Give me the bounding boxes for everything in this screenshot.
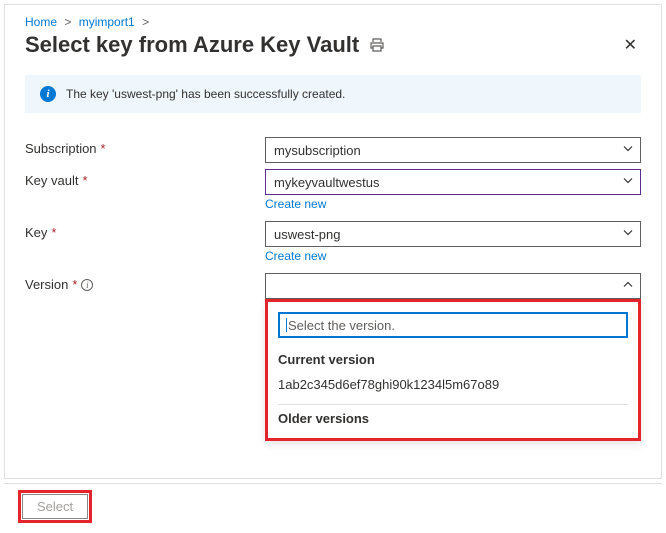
- breadcrumb: Home > myimport1 >: [25, 5, 641, 31]
- older-versions-header: Older versions: [278, 411, 628, 426]
- divider: [278, 404, 628, 405]
- select-button[interactable]: Select: [22, 494, 88, 519]
- version-option-current[interactable]: 1ab2c345d6ef78ghi90k1234l5m67o89: [278, 373, 628, 402]
- keyvault-select[interactable]: mykeyvaultwestus: [265, 169, 641, 195]
- version-search-input[interactable]: Select the version.: [278, 312, 628, 338]
- chevron-down-icon: [622, 143, 634, 158]
- banner-text: The key 'uswest-png' has been successful…: [66, 87, 345, 101]
- info-icon: i: [40, 86, 56, 102]
- row-subscription: Subscription * mysubscription: [25, 137, 641, 163]
- version-dropdown-panel: Select the version. Current version 1ab2…: [265, 299, 641, 441]
- print-icon[interactable]: [369, 37, 385, 53]
- key-label: Key: [25, 225, 47, 240]
- version-search-placeholder: Select the version.: [288, 318, 395, 333]
- close-icon[interactable]: ✕: [620, 31, 641, 59]
- key-create-new-link[interactable]: Create new: [265, 249, 326, 263]
- row-keyvault: Key vault * mykeyvaultwestus Create new: [25, 169, 641, 211]
- chevron-up-icon: [622, 279, 634, 294]
- row-version: Version * i Select the version. Current …: [25, 273, 641, 441]
- subscription-select[interactable]: mysubscription: [265, 137, 641, 163]
- success-banner: i The key 'uswest-png' has been successf…: [25, 75, 641, 113]
- required-star: *: [101, 141, 106, 156]
- chevron-down-icon: [622, 175, 634, 190]
- row-key: Key * uswest-png Create new: [25, 221, 641, 263]
- breadcrumb-home[interactable]: Home: [25, 15, 57, 29]
- key-value: uswest-png: [274, 227, 340, 242]
- keyvault-label: Key vault: [25, 173, 78, 188]
- footer-bar: Select: [4, 483, 662, 529]
- page-title: Select key from Azure Key Vault: [25, 32, 359, 58]
- version-select[interactable]: [265, 273, 641, 299]
- breadcrumb-sep: >: [142, 15, 149, 29]
- keyvault-create-new-link[interactable]: Create new: [265, 197, 326, 211]
- info-icon[interactable]: i: [81, 279, 93, 291]
- key-select[interactable]: uswest-png: [265, 221, 641, 247]
- required-star: *: [82, 173, 87, 188]
- chevron-down-icon: [622, 227, 634, 242]
- breadcrumb-item[interactable]: myimport1: [79, 15, 135, 29]
- header-row: Select key from Azure Key Vault ✕: [25, 31, 641, 59]
- version-label: Version: [25, 277, 68, 292]
- subscription-label: Subscription: [25, 141, 97, 156]
- keyvault-value: mykeyvaultwestus: [274, 175, 379, 190]
- required-star: *: [51, 225, 56, 240]
- subscription-value: mysubscription: [274, 143, 361, 158]
- key-vault-panel: Home > myimport1 > Select key from Azure…: [4, 4, 662, 479]
- required-star: *: [72, 277, 77, 292]
- current-version-header: Current version: [278, 352, 628, 367]
- breadcrumb-sep: >: [64, 15, 71, 29]
